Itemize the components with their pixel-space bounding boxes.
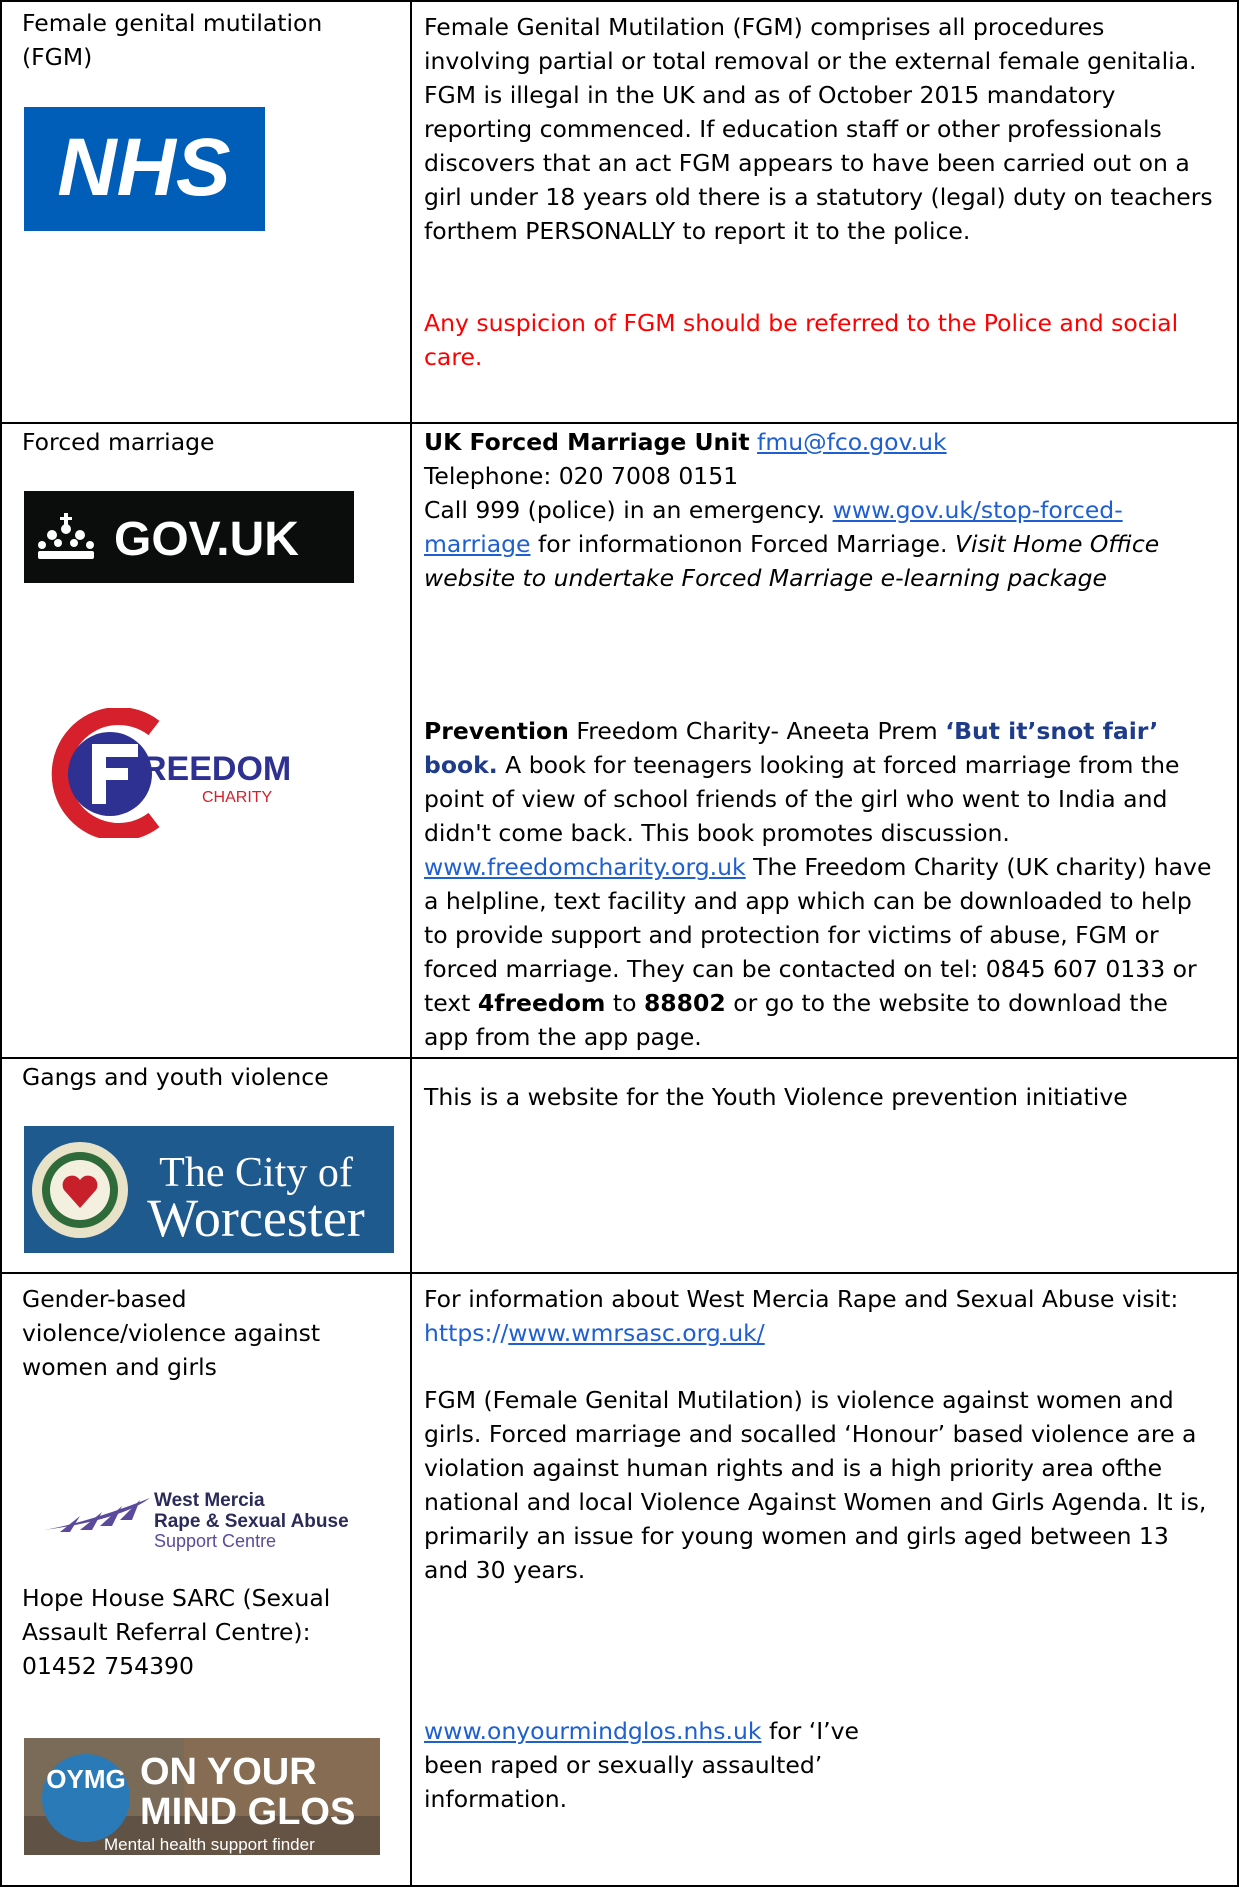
topic-gangs: Gangs and youth violence <box>22 1063 329 1091</box>
forced-marriage-info-suffix: for informationon Forced Marriage. <box>538 530 948 558</box>
topic-gender-violence: Gender-based violence/violence against w… <box>22 1285 321 1381</box>
wmrsasc-scheme: https:// <box>424 1319 509 1347</box>
west-mercia-logo: West Mercia Rape & Sexual Abuse Support … <box>40 1486 380 1552</box>
on-your-mind-glos-logo: OYMG ON YOUR MIND GLOS Mental health sup… <box>24 1738 380 1855</box>
row-divider <box>0 422 1239 424</box>
govuk-logo: GOV.UK <box>24 491 354 583</box>
fgm-vawg-text: FGM (Female Genital Mutilation) is viole… <box>424 1386 1207 1584</box>
govuk-logo-text: GOV.UK <box>114 513 299 566</box>
worcester-logo-line2: Worcester <box>147 1188 365 1248</box>
emergency-text: Call 999 (police) in an emergency. <box>424 496 826 524</box>
freedom-charity-info: Prevention Freedom Charity- Aneeta Prem … <box>424 714 1214 1054</box>
nhs-logo-mark: NHS <box>57 122 230 213</box>
freedom-charity-mark: REEDOM CHARITY <box>51 708 291 838</box>
row-divider <box>0 1272 1239 1274</box>
freedom-logo-subtext: CHARITY <box>202 789 273 806</box>
fgm-description: Female Genital Mutilation (FGM) comprise… <box>424 13 1213 245</box>
west-mercia-logo-line2: Rape & Sexual Abuse <box>154 1511 349 1532</box>
prevention-text: Freedom Charity- Aneeta Prem <box>576 717 938 745</box>
text-code: 4freedom <box>477 989 606 1017</box>
gangs-description: This is a website for the Youth Violence… <box>424 1083 1128 1111</box>
freedom-charity-link[interactable]: www.freedomcharity.org.uk <box>424 853 746 881</box>
west-mercia-mark: West Mercia Rape & Sexual Abuse Support … <box>44 1490 349 1551</box>
fmu-email-link[interactable]: fmu@fco.gov.uk <box>757 428 947 456</box>
fgm-warning: Any suspicion of FGM should be referred … <box>424 309 1179 371</box>
text-number: 88802 <box>643 989 726 1017</box>
oymg-tagline: Mental health support finder <box>104 1835 315 1854</box>
west-mercia-logo-line1: West Mercia <box>154 1490 265 1511</box>
table-left-border <box>0 0 2 1887</box>
feather-icon <box>44 1498 150 1532</box>
wmrsasc-prefix: For information about West Mercia Rape a… <box>424 1285 1179 1313</box>
fmu-label: UK Forced Marriage Unit <box>424 428 750 456</box>
wmrsasc-link[interactable]: www.wmrsasc.org.uk/ <box>508 1319 764 1347</box>
hope-house-sarc: Hope House SARC (Sexual Assault Referral… <box>22 1584 331 1680</box>
wmrsasc-info: For information about West Mercia Rape a… <box>424 1282 1214 1350</box>
oymg-mark-text: OYMG <box>46 1764 125 1794</box>
crown-icon <box>38 513 94 559</box>
text-to: to <box>612 989 637 1017</box>
oymg-line1: ON YOUR <box>140 1751 317 1793</box>
topic-fgm: Female genital mutilation (FGM) <box>22 9 323 71</box>
table-column-divider <box>410 0 412 1887</box>
west-mercia-logo-line3: Support Centre <box>154 1531 276 1551</box>
nhs-logo: NHS <box>24 107 265 231</box>
worcester-logo-mark: The City of Worcester <box>32 1142 365 1248</box>
freedom-logo-text: REEDOM <box>142 750 291 788</box>
row-divider <box>0 1057 1239 1059</box>
freedom-charity-logo: REEDOM CHARITY <box>44 708 304 838</box>
oymg-link[interactable]: www.onyourmindglos.nhs.uk <box>424 1717 761 1745</box>
govuk-logo-mark: GOV.UK <box>38 513 299 566</box>
prevention-label: Prevention <box>424 717 569 745</box>
resource-table: Female genital mutilation (FGM) NHS Fema… <box>0 0 1239 1887</box>
oymg-mark: OYMG ON YOUR MIND GLOS Mental health sup… <box>24 1738 380 1855</box>
worcester-logo: The City of Worcester <box>24 1126 394 1253</box>
book-description: A book for teenagers looking at forced m… <box>424 751 1180 847</box>
oymg-info: www.onyourmindglos.nhs.uk for ‘I’ve been… <box>424 1714 864 1816</box>
oymg-line2: MIND GLOS <box>140 1791 355 1833</box>
row-divider <box>0 0 1239 2</box>
nhs-logo-text: NHS <box>57 122 230 213</box>
forced-marriage-info: UK Forced Marriage Unit fmu@fco.gov.uk T… <box>424 425 1214 595</box>
topic-forced-marriage: Forced marriage <box>22 428 215 456</box>
fmu-telephone: Telephone: 020 7008 0151 <box>424 462 739 490</box>
